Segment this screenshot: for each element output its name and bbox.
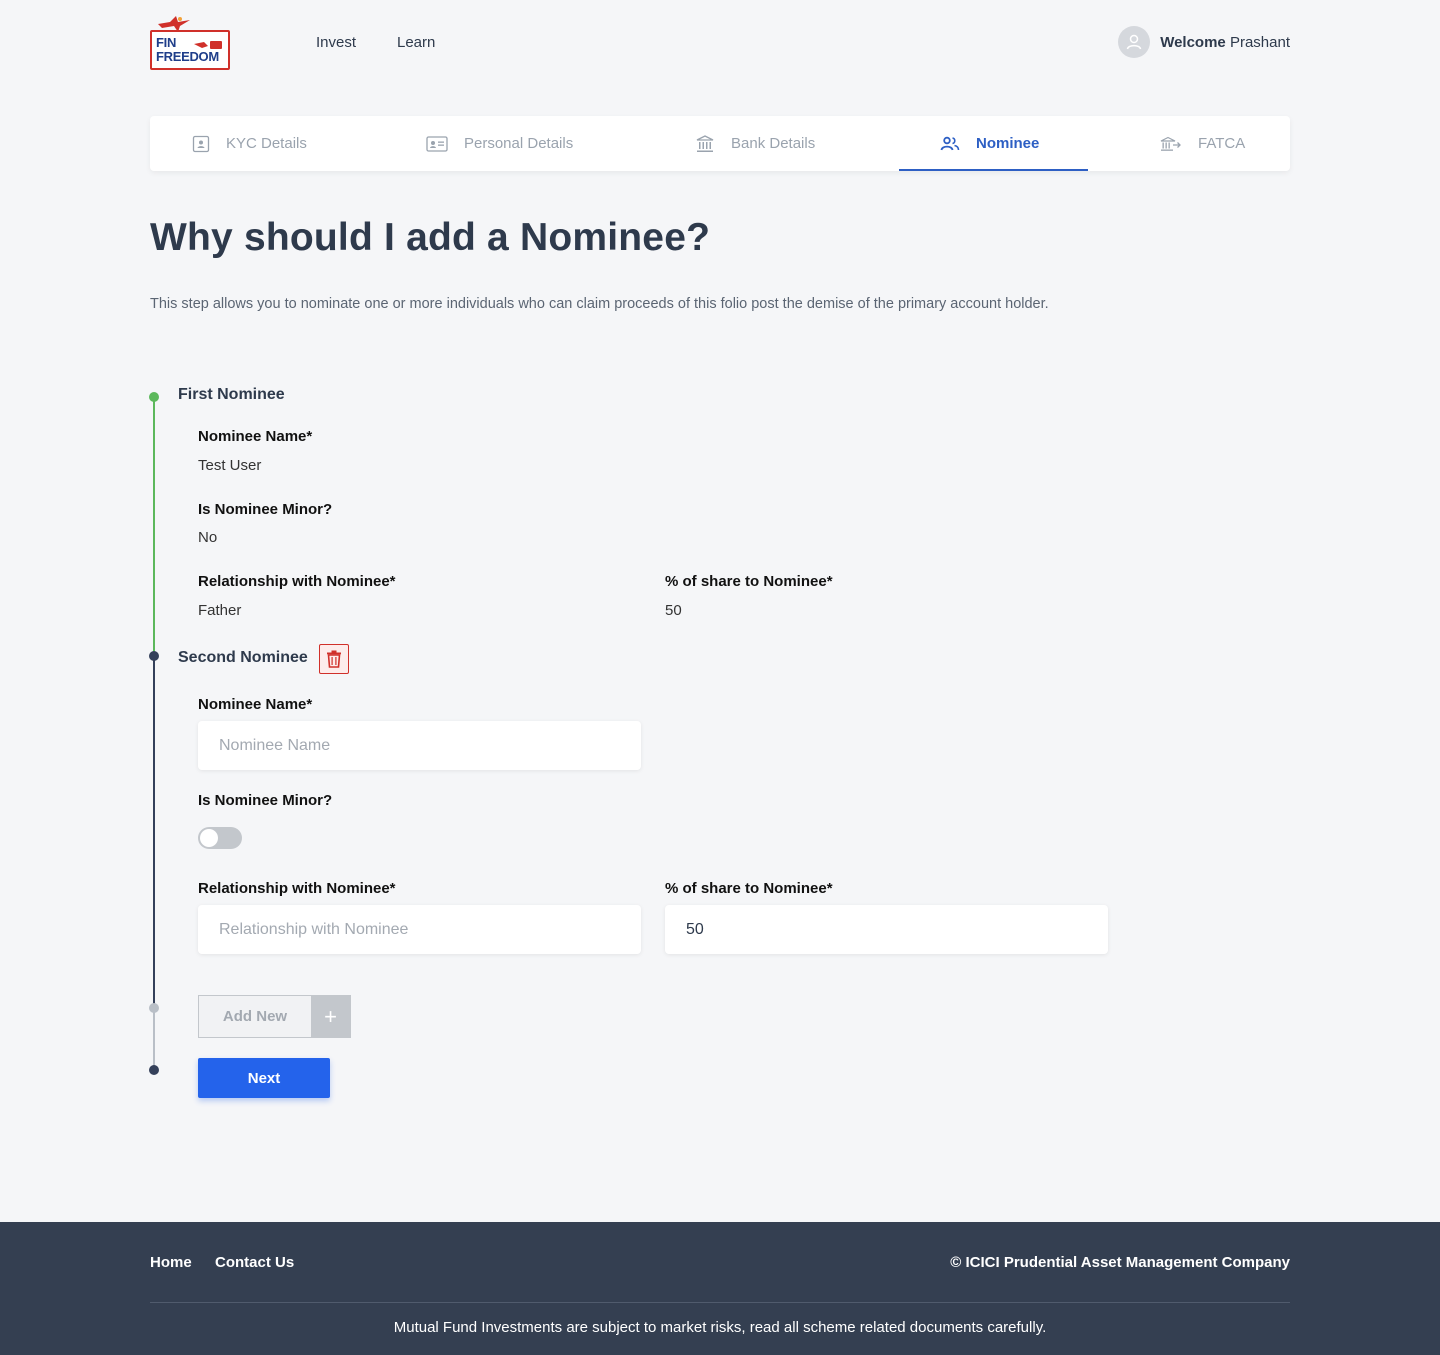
toggle-knob — [200, 829, 218, 847]
user-name: Prashant — [1229, 33, 1290, 51]
second-nominee-minor-label: Is Nominee Minor? — [198, 792, 333, 809]
welcome-label: Welcome — [1160, 33, 1226, 51]
tab-personal-details[interactable]: Personal Details — [426, 116, 573, 171]
second-nominee-share-label: % of share to Nominee* — [665, 880, 833, 897]
welcome-text: Welcome Prashant — [1160, 34, 1290, 51]
footer-link-home[interactable]: Home — [150, 1254, 192, 1271]
id-card-icon — [192, 135, 210, 152]
second-nominee-title: Second Nominee — [178, 649, 308, 666]
fin-freedom-logo[interactable]: FIN FREEDOM — [150, 14, 230, 70]
second-nominee-name-label: Nominee Name* — [198, 696, 313, 713]
header: FIN FREEDOM Invest Learn Welcome Prashan… — [150, 0, 1290, 86]
avatar — [1118, 26, 1151, 58]
plus-icon: + — [311, 996, 350, 1037]
nav-invest[interactable]: Invest — [316, 34, 356, 51]
tab-nominee-label: Nominee — [976, 135, 1040, 152]
nominee-minor-toggle[interactable] — [198, 827, 242, 849]
tab-bank-details-label: Bank Details — [731, 135, 816, 152]
add-new-nominee-button[interactable]: Add New + — [198, 995, 351, 1038]
timeline-dot-next — [149, 1065, 159, 1075]
bank-transfer-icon — [1160, 136, 1181, 151]
first-nominee-share-label: % of share to Nominee* — [665, 573, 833, 590]
timeline-line-completed — [153, 397, 155, 656]
tab-kyc-details-label: KYC Details — [226, 135, 307, 152]
user-menu[interactable]: Welcome Prashant — [1118, 26, 1290, 58]
profile-card-icon — [426, 135, 448, 152]
timeline-dot-add-new — [149, 1003, 159, 1013]
page-description: This step allows you to nominate one or … — [150, 296, 1049, 312]
onboarding-stepper: KYC Details Personal Details Bank Detail… — [150, 116, 1290, 171]
trash-icon — [327, 650, 341, 668]
user-icon — [1126, 34, 1142, 50]
first-nominee-relationship-label: Relationship with Nominee* — [198, 573, 396, 590]
first-nominee-relationship-value: Father — [198, 602, 242, 619]
hands-icon — [194, 41, 222, 49]
next-button[interactable]: Next — [198, 1058, 330, 1098]
bank-icon — [696, 134, 714, 152]
first-nominee-share-value: 50 — [665, 602, 682, 619]
footer: Home Contact Us © ICICI Prudential Asset… — [0, 1222, 1440, 1355]
first-nominee-name-label: Nominee Name* — [198, 428, 313, 445]
logo-text-line1: FIN — [156, 35, 177, 50]
share-percent-input[interactable] — [665, 905, 1108, 954]
timeline-dot-second-nominee — [149, 651, 159, 661]
users-icon — [940, 136, 960, 150]
relationship-input[interactable] — [198, 905, 641, 954]
footer-link-contact-us[interactable]: Contact Us — [215, 1254, 294, 1271]
timeline-line-pending — [153, 1008, 155, 1070]
first-nominee-title: First Nominee — [178, 386, 285, 403]
timeline-line-current — [153, 656, 155, 1008]
nav-learn[interactable]: Learn — [397, 34, 435, 51]
timeline-dot-first-nominee — [149, 392, 159, 402]
footer-copyright: © ICICI Prudential Asset Management Comp… — [950, 1254, 1290, 1271]
active-tab-indicator — [899, 169, 1088, 171]
tab-bank-details[interactable]: Bank Details — [695, 116, 815, 171]
delete-nominee-button[interactable] — [319, 644, 349, 674]
first-nominee-minor-label: Is Nominee Minor? — [198, 501, 333, 518]
tab-fatca[interactable]: FATCA — [1160, 116, 1245, 171]
first-nominee-name-value: Test User — [198, 457, 262, 474]
page-title: Why should I add a Nominee? — [150, 216, 711, 259]
nominee-name-input[interactable] — [198, 721, 641, 770]
tab-kyc-details[interactable]: KYC Details — [192, 116, 307, 171]
second-nominee-relationship-label: Relationship with Nominee* — [198, 880, 396, 897]
footer-disclaimer: Mutual Fund Investments are subject to m… — [393, 1319, 1047, 1336]
add-new-label: Add New — [222, 1008, 288, 1025]
tab-fatca-label: FATCA — [1198, 135, 1246, 152]
tab-personal-details-label: Personal Details — [464, 135, 574, 152]
logo-text-line2: FREEDOM — [156, 49, 219, 64]
first-nominee-minor-value: No — [198, 529, 218, 546]
footer-divider — [150, 1302, 1290, 1303]
tab-nominee[interactable]: Nominee — [940, 116, 1039, 171]
